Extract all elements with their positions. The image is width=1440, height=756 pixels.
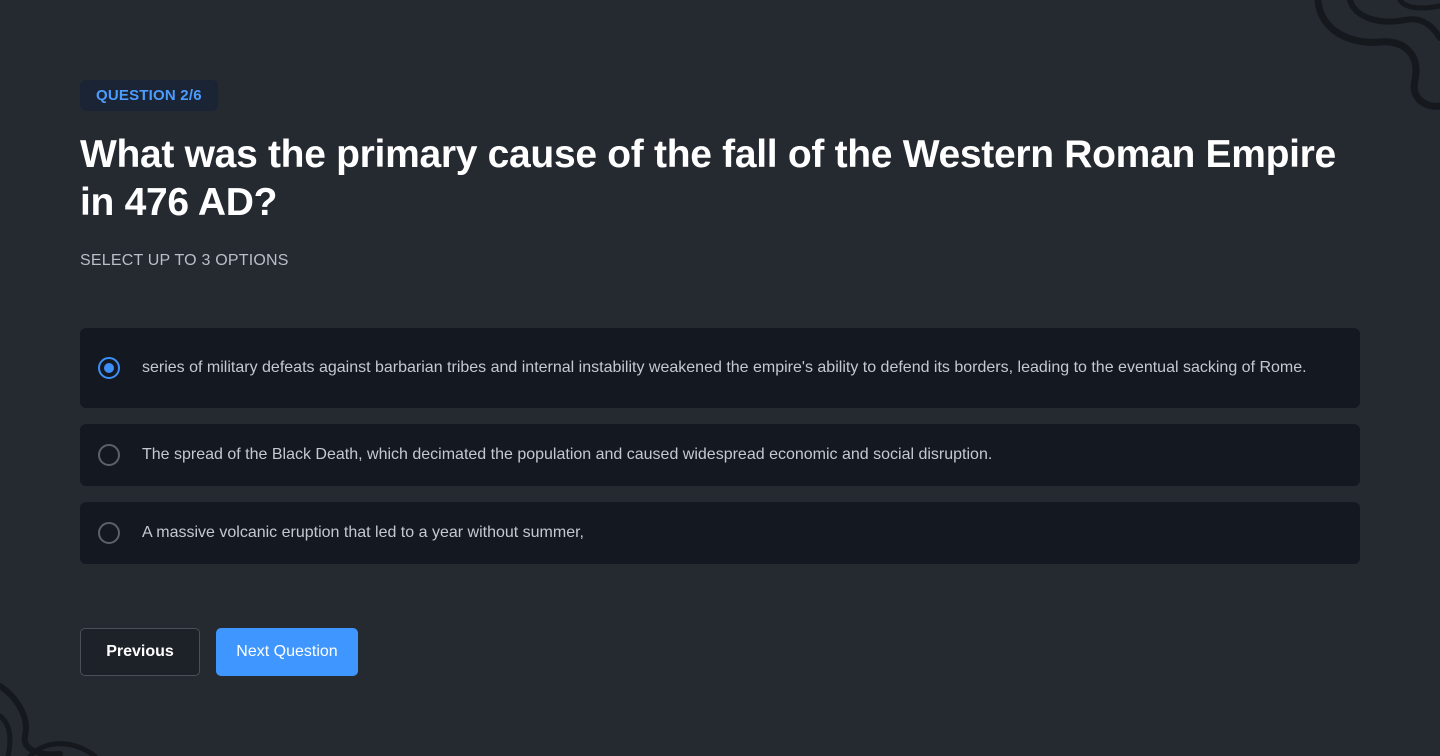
selection-hint: SELECT UP TO 3 OPTIONS — [80, 252, 289, 269]
answer-option-text: The spread of the Black Death, which dec… — [142, 446, 993, 463]
next-question-button[interactable]: Next Question — [216, 628, 358, 676]
question-title: What was the primary cause of the fall o… — [80, 133, 1336, 224]
radio-checked-icon[interactable] — [98, 357, 120, 379]
question-counter-badge: QUESTION 2/6 — [80, 80, 218, 111]
radio-unchecked-icon[interactable] — [98, 444, 120, 466]
answer-options: series of military defeats against barba… — [80, 328, 1360, 580]
answer-option-2[interactable]: The spread of the Black Death, which dec… — [80, 424, 1360, 486]
radio-unchecked-icon[interactable] — [98, 522, 120, 544]
answer-option-text: A massive volcanic eruption that led to … — [142, 524, 584, 541]
previous-button[interactable]: Previous — [80, 628, 200, 676]
answer-option-text: series of military defeats against barba… — [142, 359, 1307, 376]
question-header: QUESTION 2/6 What was the primary cause … — [80, 80, 1360, 271]
navigation-bar: Previous Next Question — [80, 628, 358, 676]
answer-option-3[interactable]: A massive volcanic eruption that led to … — [80, 502, 1360, 564]
answer-option-1[interactable]: series of military defeats against barba… — [80, 328, 1360, 408]
